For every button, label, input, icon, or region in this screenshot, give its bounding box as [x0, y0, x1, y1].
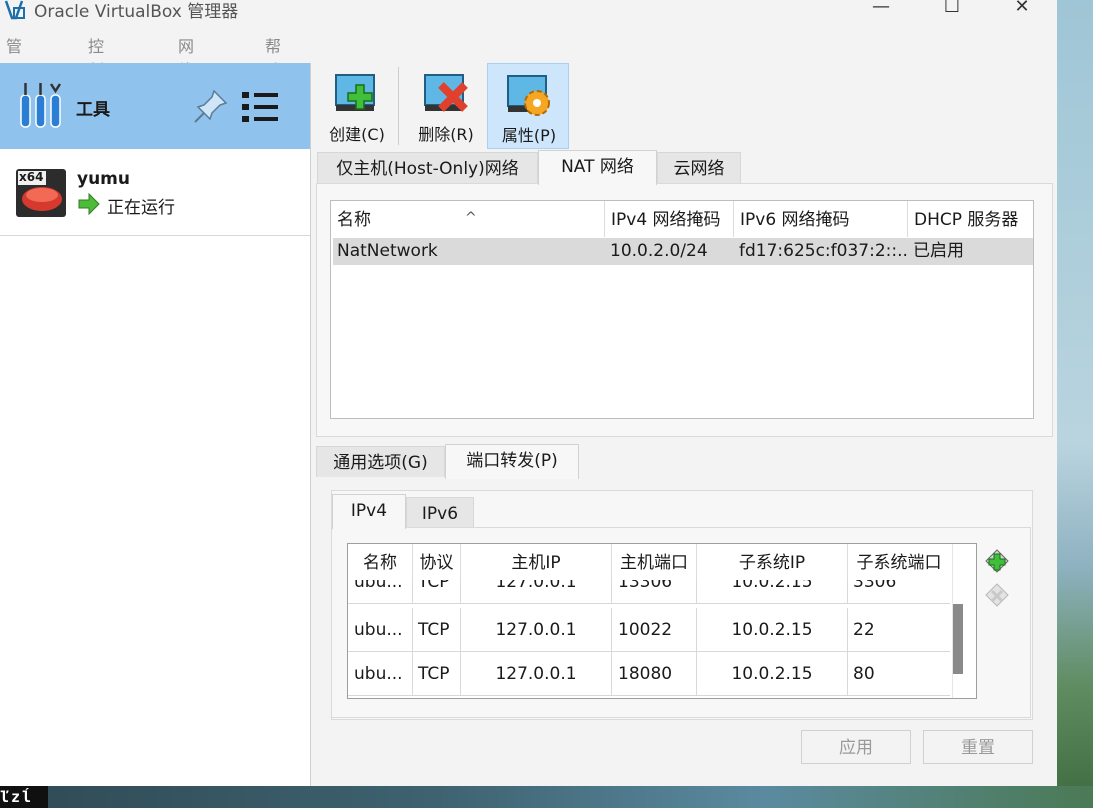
close-button[interactable]: ✕: [1007, 0, 1037, 20]
delete-network-icon: [424, 74, 468, 112]
properties-gear-icon: [507, 75, 550, 116]
vm-name: yumu: [77, 169, 131, 189]
menu-list-icon[interactable]: [240, 89, 280, 125]
tab-ipv6[interactable]: IPv6: [406, 497, 474, 529]
reset-button[interactable]: 重置: [923, 730, 1033, 764]
column-header-protocol[interactable]: 协议: [413, 544, 461, 580]
sidebar-item-tools[interactable]: 工具: [0, 63, 310, 149]
title-bar: Oracle VirtualBox 管理器 — ☐ ✕: [0, 0, 1057, 22]
column-header-name[interactable]: 名称: [348, 544, 413, 580]
create-button[interactable]: 创建(C): [316, 63, 398, 149]
table-row[interactable]: NatNetwork 10.0.2.0/24 fd17:625c:f037:2:…: [333, 238, 1033, 265]
tab-general-options[interactable]: 通用选项(G): [316, 446, 445, 478]
desktop-background: [1057, 0, 1093, 808]
column-header-dhcp[interactable]: DHCP 服务器: [908, 201, 1033, 237]
maximize-button[interactable]: ☐: [937, 0, 967, 20]
sort-ascending-icon: ^: [465, 210, 477, 226]
table-row[interactable]: ubu... TCP 127.0.0.1 18080 10.0.2.15 80: [348, 652, 950, 696]
scrollbar-thumb[interactable]: [953, 604, 963, 674]
tools-label: 工具: [76, 100, 110, 120]
delete-button[interactable]: 删除(R): [405, 63, 487, 149]
nat-network-table: 名称 ^ IPv4 网络掩码 IPv6 网络掩码 DHCP 服务器 NatNet…: [330, 200, 1034, 419]
vm-list-panel: 工具 x64 yumu 正在运行: [0, 63, 311, 786]
properties-button-label: 属性(P): [501, 126, 557, 145]
tab-ipv4[interactable]: IPv4: [332, 494, 406, 529]
create-network-icon: [335, 74, 375, 111]
vm-status: 正在运行: [107, 198, 175, 218]
main-toolbar: 创建(C) 删除(R) 属性(P): [312, 63, 1057, 149]
cell-name: NatNetwork: [337, 241, 438, 261]
desktop-taskbar: [0, 786, 1093, 808]
column-header-ipv6-mask[interactable]: IPv6 网络掩码: [734, 201, 908, 237]
running-arrow-icon: [78, 193, 100, 215]
add-rule-icon[interactable]: [984, 548, 1010, 574]
remove-rule-icon[interactable]: [984, 582, 1010, 608]
tab-nat-network[interactable]: NAT 网络: [538, 150, 657, 185]
tab-host-only[interactable]: 仅主机(Host-Only)网络: [317, 152, 538, 184]
tools-icon: [20, 83, 62, 128]
virtualbox-logo-icon: [4, 0, 25, 20]
pin-icon[interactable]: [192, 87, 230, 125]
port-forwarding-table: ubu... TCP 127.0.0.1 13306 10.0.2.15 330…: [347, 543, 977, 699]
column-header-guest-port[interactable]: 子系统端口: [848, 544, 950, 580]
vm-arch-badge: x64: [19, 170, 44, 184]
delete-button-label: 删除(R): [418, 125, 474, 144]
minimize-button[interactable]: —: [866, 0, 896, 20]
cell-ipv6: fd17:625c:f037:2::...: [739, 241, 909, 261]
column-header-host-ip[interactable]: 主机IP: [461, 544, 612, 580]
table-row[interactable]: ubu... TCP 127.0.0.1 10022 10.0.2.15 22: [348, 608, 950, 652]
column-header-name[interactable]: 名称 ^: [331, 201, 605, 237]
column-header-ipv4-mask[interactable]: IPv4 网络掩码: [605, 201, 734, 237]
apply-button[interactable]: 应用: [801, 730, 911, 764]
cell-ipv4: 10.0.2.0/24: [610, 241, 708, 261]
tab-port-forwarding[interactable]: 端口转发(P): [445, 444, 579, 479]
toolbar-separator: [398, 67, 399, 145]
taskbar-app-glyph: ľzĺ: [0, 786, 48, 808]
tab-cloud-network[interactable]: 云网络: [657, 152, 741, 184]
cell-dhcp: 已启用: [913, 241, 964, 261]
properties-button[interactable]: 属性(P): [487, 63, 569, 149]
virtualbox-window: Oracle VirtualBox 管理器 — ☐ ✕ 管理(F) 控制(M) …: [0, 0, 1057, 786]
column-header-host-port[interactable]: 主机端口: [612, 544, 697, 580]
create-button-label: 创建(C): [329, 125, 385, 144]
vm-list-item-yumu[interactable]: x64 yumu 正在运行: [0, 151, 310, 236]
column-header-guest-ip[interactable]: 子系统IP: [697, 544, 848, 580]
window-title: Oracle VirtualBox 管理器: [34, 2, 239, 22]
